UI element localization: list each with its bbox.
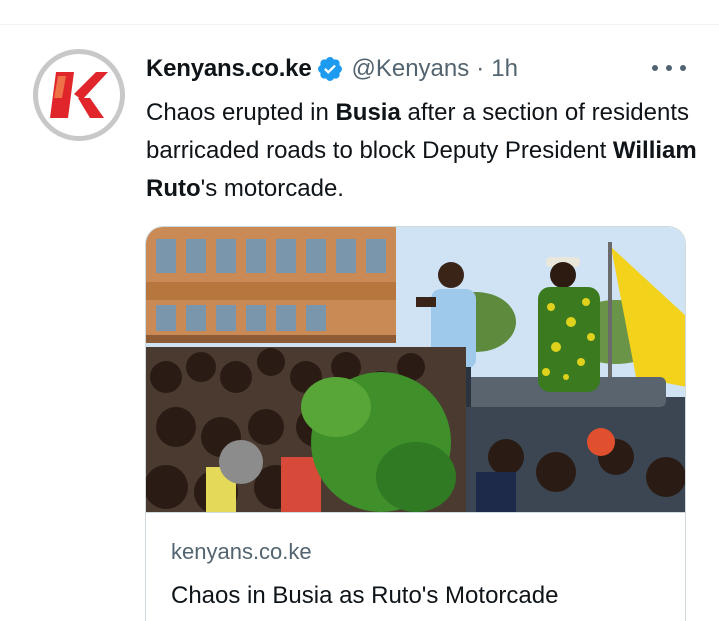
more-dot xyxy=(666,65,672,71)
rally-photo xyxy=(146,227,685,512)
card-separator xyxy=(146,512,685,513)
verified-badge-icon xyxy=(318,57,343,81)
user-handle[interactable]: @Kenyans xyxy=(351,55,469,83)
tweet-text-part: 's motorcade. xyxy=(200,175,344,202)
tweet-header: Kenyans.co.ke @Kenyans · 1h xyxy=(146,53,518,85)
kenyans-logo-icon xyxy=(38,54,120,136)
card-title[interactable]: Chaos in Busia as Ruto's Motorcade xyxy=(171,582,558,610)
card-domain: kenyans.co.ke xyxy=(171,539,312,564)
header-separator: · xyxy=(476,55,485,82)
tweet-text-bold-busia: Busia xyxy=(335,99,401,126)
avatar[interactable] xyxy=(33,49,125,141)
tweet-text-part: Chaos erupted in xyxy=(146,99,336,126)
card-image[interactable] xyxy=(146,227,685,512)
tweet-timestamp[interactable]: 1h xyxy=(491,55,518,83)
more-dot xyxy=(680,65,686,71)
display-name[interactable]: Kenyans.co.ke xyxy=(146,55,312,83)
more-dots-icon[interactable] xyxy=(652,58,686,78)
tweet-text: Chaos erupted in Busia after a section o… xyxy=(146,94,706,208)
link-card[interactable]: kenyans.co.ke Chaos in Busia as Ruto's M… xyxy=(145,226,686,621)
more-dot xyxy=(652,65,658,71)
